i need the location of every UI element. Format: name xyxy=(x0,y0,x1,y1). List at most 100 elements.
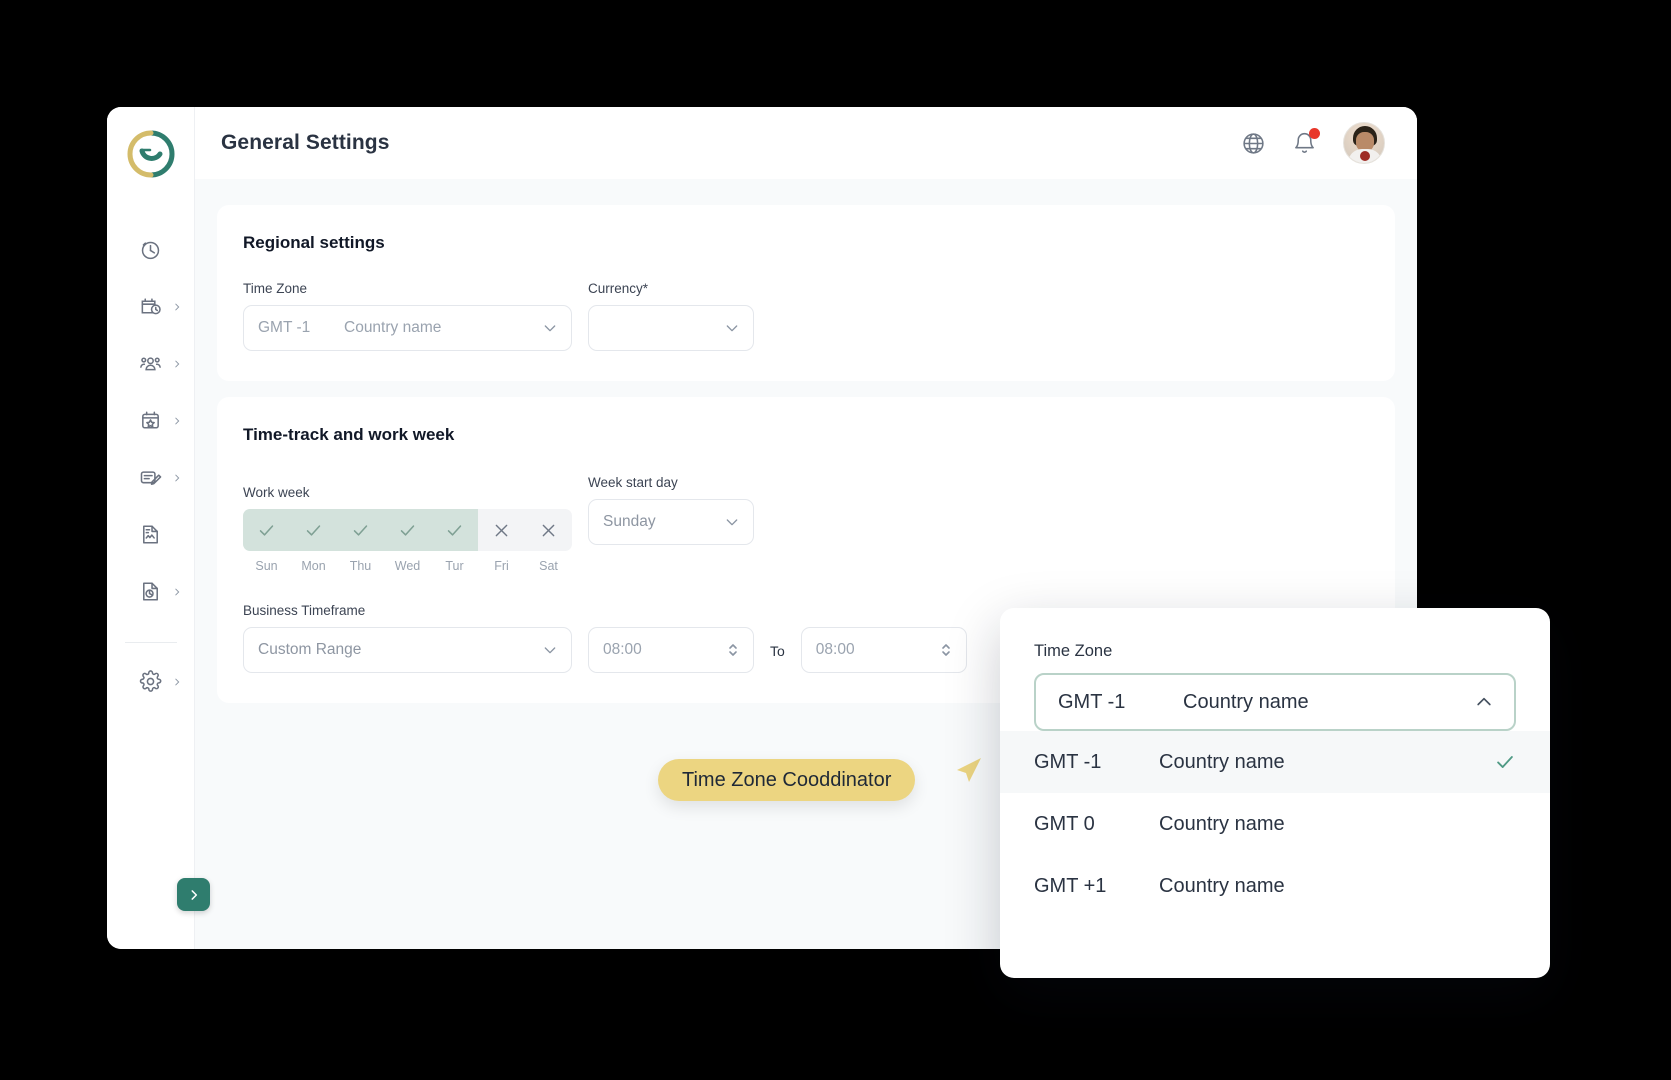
weekstart-value: Sunday xyxy=(603,513,656,530)
app-logo[interactable] xyxy=(126,129,176,179)
timeframe-from-value: 08:00 xyxy=(603,641,642,658)
workweek-toggle-thu[interactable] xyxy=(337,509,384,551)
workweek-row: Work week Sun Mon Thu Wed Tur Fri Sat Week sta… xyxy=(243,475,1369,573)
avatar[interactable] xyxy=(1343,122,1385,164)
timezone-option-country: Country name xyxy=(1159,750,1285,773)
check-icon xyxy=(353,524,368,536)
weekstart-select[interactable]: Sunday xyxy=(588,499,754,545)
timeframe-range-select[interactable]: Custom Range xyxy=(243,627,572,673)
timezone-panel-country: Country name xyxy=(1183,690,1309,713)
timezone-option[interactable]: GMT +1 Country name xyxy=(1000,855,1550,917)
timezone-option-country: Country name xyxy=(1159,874,1285,897)
workweek-toggle-fri[interactable] xyxy=(478,509,525,551)
document-chart-icon xyxy=(143,525,158,544)
timezone-panel-trigger[interactable]: GMT -1 Country name xyxy=(1034,673,1516,731)
gear-icon xyxy=(139,670,162,692)
timeframe-to-label: To xyxy=(770,643,785,659)
notification-badge xyxy=(1309,127,1320,139)
chevron-right-icon xyxy=(175,417,180,424)
chevron-right-icon xyxy=(190,889,197,900)
timezone-option-gmt: GMT +1 xyxy=(1034,874,1107,897)
timeframe-from-input[interactable]: 08:00 xyxy=(588,627,754,673)
workweek-toggle-sun[interactable] xyxy=(243,509,290,551)
workweek-toggle-wed[interactable] xyxy=(384,509,431,551)
regional-fields-row: Time Zone GMT -1 Country name Currency* xyxy=(243,281,1369,351)
globe-icon[interactable] xyxy=(1241,131,1266,156)
chevron-down-icon xyxy=(726,325,738,332)
check-icon xyxy=(400,524,415,536)
sidebar xyxy=(107,107,210,949)
document-edit-icon xyxy=(140,471,162,485)
header-actions xyxy=(1241,122,1385,164)
timezone-option[interactable]: GMT -1 Country name xyxy=(1000,731,1550,793)
timezone-label: Time Zone xyxy=(243,281,308,296)
page-title: General Settings xyxy=(221,131,390,154)
stepper-icon[interactable] xyxy=(940,641,952,659)
sidebar-item-reports[interactable] xyxy=(107,563,194,620)
sidebar-nav xyxy=(107,221,194,710)
sidebar-item-payroll[interactable] xyxy=(107,506,194,563)
sidebar-item-requests[interactable] xyxy=(107,449,194,506)
close-icon xyxy=(542,524,555,536)
calendar-clock-icon xyxy=(141,298,161,315)
document-pie-icon xyxy=(143,582,158,601)
workweek-day-label: Sun xyxy=(255,559,278,573)
timezone-panel-gmt: GMT -1 xyxy=(1058,690,1126,713)
app-header: General Settings xyxy=(195,107,1417,179)
workweek-day-label: Mon xyxy=(301,559,326,573)
calendar-star-icon xyxy=(142,411,159,429)
timezone-option[interactable]: GMT 0 Country name xyxy=(1000,793,1550,855)
timezone-option-gmt: GMT -1 xyxy=(1034,750,1102,773)
regional-settings-card: Regional settings Time Zone GMT -1 Count… xyxy=(217,205,1395,381)
check-icon xyxy=(259,524,274,536)
notifications-button[interactable] xyxy=(1292,127,1320,156)
workweek-field: Work week Sun Mon Thu Wed Tur Fri Sat xyxy=(243,485,572,573)
chevron-right-icon xyxy=(175,360,180,367)
timezone-option-list: GMT -1 Country name GMT 0 Country name GMT +… xyxy=(1000,731,1550,917)
check-icon xyxy=(1497,756,1513,768)
chevron-right-icon xyxy=(175,303,180,310)
close-icon xyxy=(495,524,508,536)
currency-label: Currency* xyxy=(588,281,649,296)
workweek-day-labels: Sun Mon Thu Wed Tur Fri Sat xyxy=(243,559,572,573)
sidebar-item-settings[interactable] xyxy=(107,653,194,710)
stepper-icon[interactable] xyxy=(727,641,739,659)
weekstart-field: Week start day Sunday xyxy=(588,475,754,573)
check-icon xyxy=(306,524,321,536)
timezone-field: Time Zone GMT -1 Country name xyxy=(243,281,572,351)
currency-field: Currency* xyxy=(588,281,754,351)
workweek-day-label: Thu xyxy=(349,559,372,573)
timer-icon xyxy=(141,241,160,260)
timeframe-to-input[interactable]: 08:00 xyxy=(800,627,967,673)
workweek-day-label: Tur xyxy=(445,559,464,573)
workweek-toggle-mon[interactable] xyxy=(290,509,337,551)
weekstart-label: Week start day xyxy=(588,475,678,490)
workweek-toggle-tur[interactable] xyxy=(431,509,478,551)
workweek-toggle-group xyxy=(243,509,572,551)
sidebar-item-team[interactable] xyxy=(107,335,194,392)
workweek-day-label: Wed xyxy=(394,559,421,573)
timetrack-title: Time-track and work week xyxy=(243,425,455,444)
chevron-right-icon xyxy=(175,474,180,481)
timezone-option-gmt: GMT 0 xyxy=(1034,812,1095,835)
workweek-day-label: Sat xyxy=(539,559,558,573)
chevron-down-icon xyxy=(544,325,556,332)
sidebar-item-schedule[interactable] xyxy=(107,278,194,335)
workweek-toggle-sat[interactable] xyxy=(525,509,572,551)
timezone-country-value: Country name xyxy=(344,319,442,336)
expand-sidebar-button[interactable] xyxy=(177,878,210,911)
timeframe-range-value: Custom Range xyxy=(258,641,362,658)
people-icon xyxy=(140,357,161,371)
timeframe-to-value: 08:00 xyxy=(815,641,855,658)
regional-settings-title: Regional settings xyxy=(243,233,385,252)
sidebar-item-time-tracking[interactable] xyxy=(107,221,194,278)
currency-select[interactable] xyxy=(588,305,754,351)
chevron-down-icon xyxy=(544,647,556,654)
sidebar-item-events[interactable] xyxy=(107,392,194,449)
timezone-option-country: Country name xyxy=(1159,812,1285,835)
avatar-accessory xyxy=(1360,151,1370,161)
callout-badge: Time Zone Cooddinator xyxy=(658,759,916,801)
chevron-right-icon xyxy=(175,588,180,595)
timezone-select[interactable]: GMT -1 Country name xyxy=(243,305,572,351)
check-icon xyxy=(447,524,462,536)
